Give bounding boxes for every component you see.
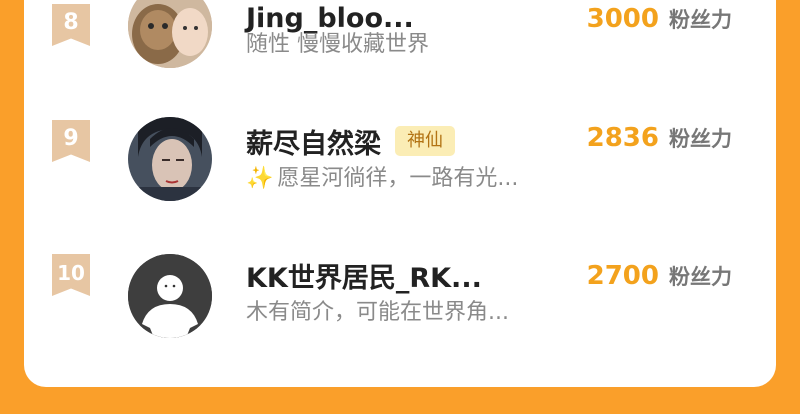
leaderboard-row-9[interactable]: 9 薪尽自然梁 神仙 ✨ 愿星河徜徉，一路有光... 2836 粉丝力: [24, 100, 776, 220]
default-user-avatar[interactable]: [128, 254, 212, 338]
fans-power: 2700 粉丝力: [587, 261, 732, 295]
user-name[interactable]: 薪尽自然梁: [246, 122, 381, 161]
fans-unit: 粉丝力: [669, 127, 732, 151]
fans-count: 2700: [586, 261, 659, 291]
bio-text: 愿星河徜徉，一路有光...: [277, 166, 519, 191]
user-bio: 随性 慢慢收藏世界: [246, 32, 429, 57]
user-bio: ✨ 愿星河徜徉，一路有光...: [246, 160, 518, 192]
rank-badge: 9: [52, 120, 90, 162]
fans-count: 2836: [586, 123, 659, 153]
fans-unit: 粉丝力: [669, 265, 732, 289]
fans-power: 2836 粉丝力: [587, 123, 732, 157]
avatar-character-portrait[interactable]: [128, 117, 212, 201]
user-name[interactable]: KK世界居民_RK...: [246, 256, 482, 295]
rank-badge: 8: [52, 4, 90, 46]
avatar-cat-and-person[interactable]: [128, 0, 212, 68]
leaderboard-row-10[interactable]: 10 KK世界居民_RK... 木有简介，可能在世界角... 2700 粉丝力: [24, 234, 776, 354]
title-tag: 神仙: [395, 126, 455, 156]
leaderboard-card: 8 Jing_bloo... 随性 慢慢收藏世界 3000 粉丝力 9 薪尽自然…: [24, 0, 776, 387]
leaderboard-row-8[interactable]: 8 Jing_bloo... 随性 慢慢收藏世界 3000 粉丝力: [24, 0, 776, 100]
user-bio: 木有简介，可能在世界角...: [246, 300, 509, 325]
fans-power: 3000 粉丝力: [587, 4, 732, 38]
fans-unit: 粉丝力: [669, 8, 732, 32]
rank-badge: 10: [52, 254, 90, 296]
name-line: 薪尽自然梁 神仙: [246, 122, 455, 161]
fans-count: 3000: [586, 4, 659, 34]
name-line: KK世界居民_RK...: [246, 256, 482, 295]
sparkles-icon: ✨: [246, 166, 274, 191]
